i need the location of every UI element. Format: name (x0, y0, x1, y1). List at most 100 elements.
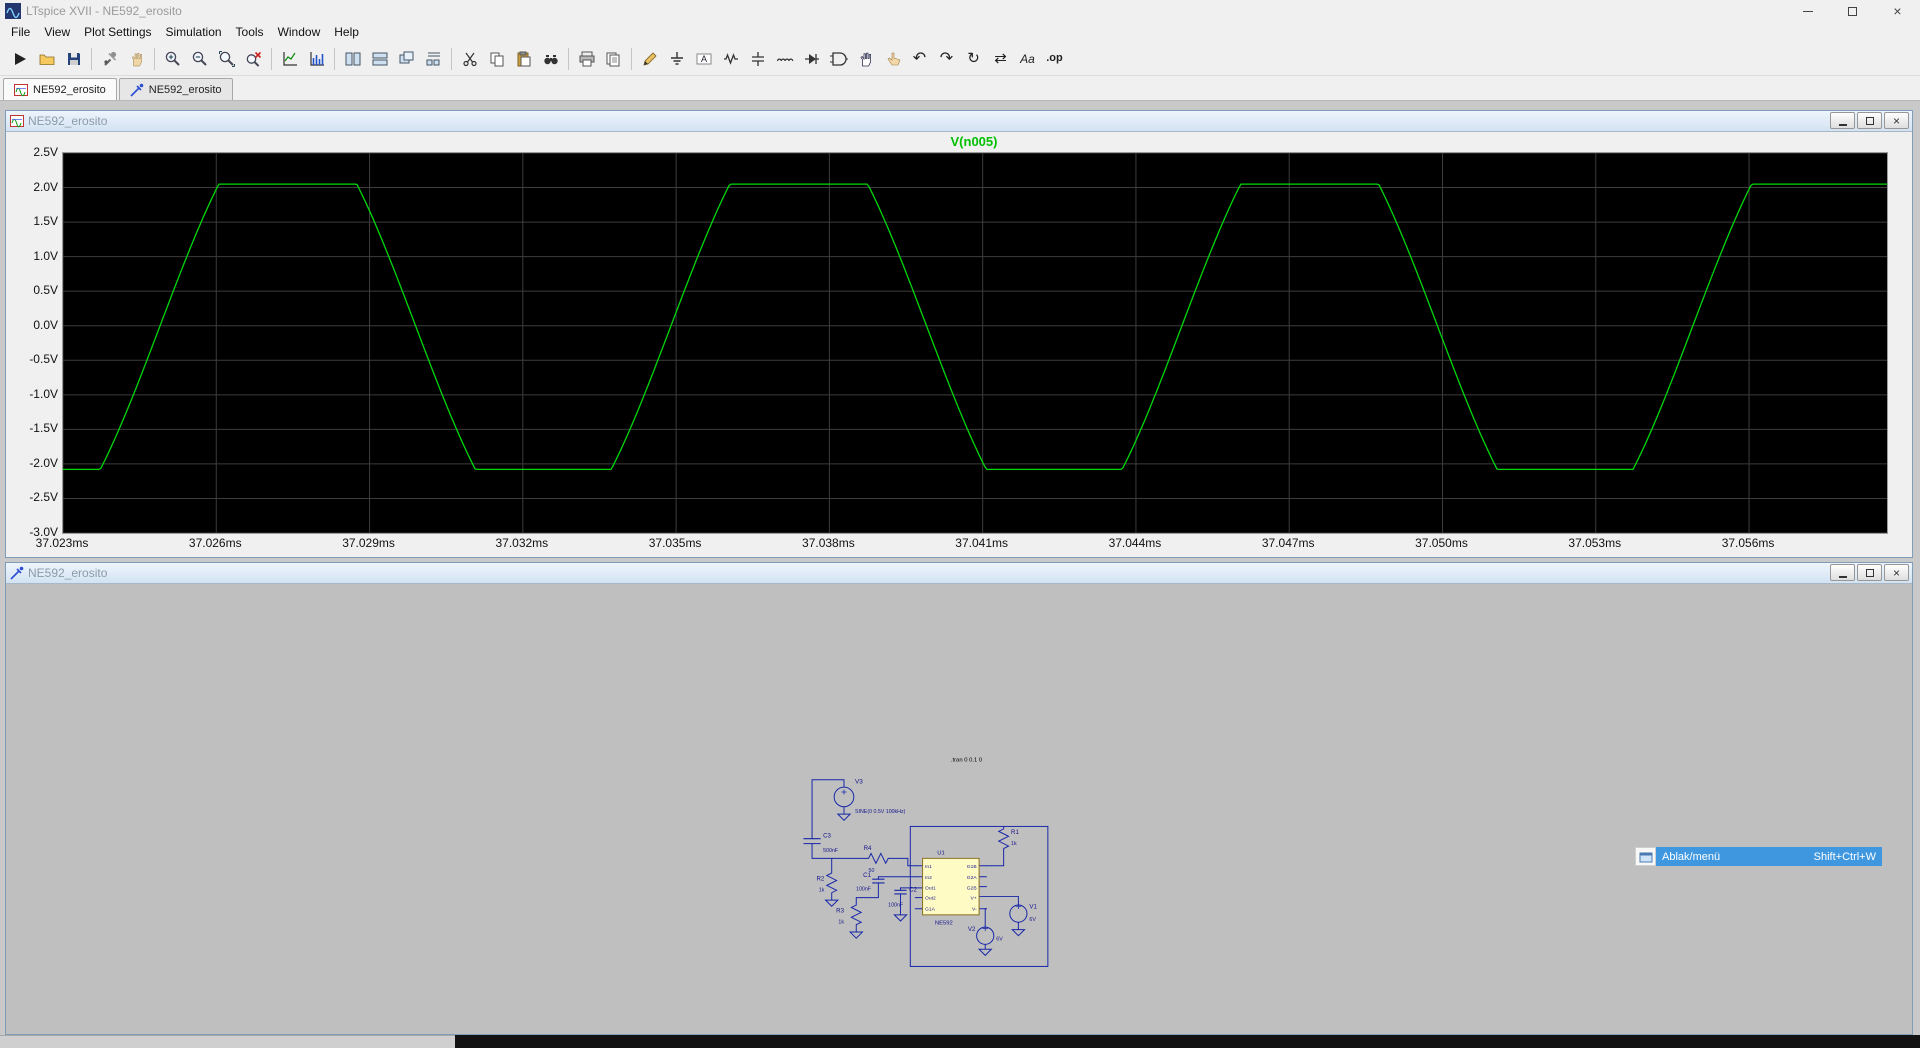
toolbar-component-button[interactable] (825, 45, 852, 72)
toolbar-spice-directive-button[interactable]: .op (1041, 45, 1068, 72)
toolbar-cut-button[interactable] (456, 45, 483, 72)
schematic-window-title-bar[interactable]: NE592_erosito × (6, 563, 1912, 584)
schematic-window-title: NE592_erosito (28, 566, 108, 580)
plot-maximize-button[interactable] (1857, 112, 1882, 129)
c1-capacitor[interactable] (872, 878, 885, 884)
tab-plot[interactable]: NE592_erosito (3, 78, 117, 100)
schematic-tab-icon (130, 83, 144, 97)
v3-source[interactable] (833, 786, 855, 821)
toolbar-tile-horizontal-button[interactable] (366, 45, 393, 72)
toolbar-draw-wire-button[interactable] (636, 45, 663, 72)
toolbar-resistor-button[interactable] (717, 45, 744, 72)
schematic-window: NE592_erosito × .tran 0 0.1 0 V3 SINE(0 … (5, 562, 1913, 1035)
plot-area[interactable] (62, 152, 1888, 534)
schematic-maximize-button[interactable] (1857, 564, 1882, 581)
text-icon: Aa (1020, 51, 1035, 66)
toolbar-zoom-in-button[interactable] (159, 45, 186, 72)
toolbar-ground-button[interactable] (663, 45, 690, 72)
plot-close-button[interactable]: × (1884, 112, 1909, 129)
toolbar-separator (271, 47, 272, 70)
plot-client-area[interactable]: V(n005) 2.5V 2.0V 1.5V 1.0V 0.5V 0.0V -0.5V -1.… (6, 132, 1912, 557)
menu-item-view[interactable]: View (37, 23, 77, 41)
toolbar-run-button[interactable] (6, 45, 33, 72)
autorange-icon (282, 51, 297, 66)
c3-value: 500nF (823, 848, 838, 854)
pin-out2: Out2 (925, 896, 936, 902)
toolbar-autorange-button[interactable] (276, 45, 303, 72)
toolbar-pan-button[interactable] (123, 45, 150, 72)
x-axis-tick-label: 37.047ms (1261, 536, 1315, 550)
component-icon (829, 51, 848, 66)
schematic-canvas[interactable]: .tran 0 0.1 0 V3 SINE(0 0.5V 100kHz) C3 … (801, 750, 1054, 979)
toolbar-print-button[interactable] (573, 45, 600, 72)
toolbar-text-button[interactable]: Aa (1014, 45, 1041, 72)
c3-capacitor[interactable] (803, 838, 821, 845)
plot-window-title: NE592_erosito (28, 114, 108, 128)
r4-resistor[interactable] (866, 852, 891, 865)
window-menu-row[interactable]: Ablak/menü Shift+Ctrl+W (1656, 847, 1882, 866)
toolbar-control-panel-button[interactable] (96, 45, 123, 72)
x-axis-tick-label: 37.044ms (1108, 536, 1162, 550)
toolbar-find-button[interactable] (537, 45, 564, 72)
toolbar-zoom-out-button[interactable] (186, 45, 213, 72)
toolbar-open-button[interactable] (33, 45, 60, 72)
run-icon (14, 52, 26, 65)
toolbar-plot-settings-button[interactable] (303, 45, 330, 72)
window-menu-shortcut: Shift+Ctrl+W (1813, 850, 1876, 863)
toolbar-cascade-windows-button[interactable] (393, 45, 420, 72)
spice-directive-text[interactable]: .tran 0 0.1 0 (951, 757, 983, 763)
menu-item-tools[interactable]: Tools (229, 23, 271, 41)
toolbar-save-button[interactable] (60, 45, 87, 72)
toolbar-copy-button[interactable] (483, 45, 510, 72)
toolbar-capacitor-button[interactable] (744, 45, 771, 72)
toolbar-drag-button[interactable] (879, 45, 906, 72)
toolbar-separator (154, 47, 155, 70)
r3-resistor[interactable] (848, 902, 864, 939)
v2-source[interactable] (976, 925, 995, 957)
toolbar-diode-button[interactable] (798, 45, 825, 72)
toolbar-redo-button[interactable]: ↷ (933, 45, 960, 72)
taskbar-segment[interactable] (455, 1035, 1920, 1048)
plot-window-title-bar[interactable]: NE592_erosito × (6, 111, 1912, 132)
menu-item-plot-settings[interactable]: Plot Settings (77, 23, 158, 41)
schematic-minimize-button[interactable] (1830, 564, 1855, 581)
resistor-icon (723, 52, 738, 65)
window-minimize-button[interactable] (1785, 0, 1830, 22)
toolbar-move-button[interactable] (852, 45, 879, 72)
trace-legend[interactable]: V(n005) (62, 134, 1886, 149)
tab-schematic[interactable]: NE592_erosito (118, 78, 233, 100)
toolbar-undo-button[interactable]: ↶ (906, 45, 933, 72)
toolbar-rotate-button[interactable]: ↻ (960, 45, 987, 72)
toolbar-zoom-full-button[interactable] (213, 45, 240, 72)
menu-item-file[interactable]: File (4, 23, 37, 41)
menu-item-help[interactable]: Help (327, 23, 366, 41)
app-icon (5, 3, 21, 19)
toolbar-arrange-icons-button[interactable] (420, 45, 447, 72)
toolbar-mirror-button[interactable]: ⇄ (987, 45, 1014, 72)
v1-source[interactable] (1009, 903, 1028, 937)
c1-value: 100nF (856, 886, 871, 892)
window-close-button[interactable]: × (1875, 0, 1920, 22)
toolbar-print-all-button[interactable] (600, 45, 627, 72)
toolbar-tile-vertical-button[interactable] (339, 45, 366, 72)
menu-item-simulation[interactable]: Simulation (159, 23, 229, 41)
toolbar-zoom-back-button[interactable] (240, 45, 267, 72)
toolbar-paste-button[interactable] (510, 45, 537, 72)
r2-resistor[interactable] (824, 870, 840, 907)
v1-value: 6V (1029, 917, 1036, 923)
toolbar-net-label-button[interactable]: A (690, 45, 717, 72)
toolbar-inductor-button[interactable] (771, 45, 798, 72)
plot-tab-icon (14, 83, 28, 96)
r2-value: 1k (819, 888, 825, 894)
mdi-area: NE592_erosito × V(n005) 2.5V 2.0V 1.5V 1.0V… (0, 101, 1920, 1035)
x-axis-tick-label: 37.050ms (1415, 536, 1468, 550)
r1-resistor[interactable] (997, 826, 1010, 851)
schematic-close-button[interactable]: × (1884, 564, 1909, 581)
plot-minimize-button[interactable] (1830, 112, 1855, 129)
inductor-icon (776, 58, 793, 61)
schematic-client-area[interactable]: .tran 0 0.1 0 V3 SINE(0 0.5V 100kHz) C3 … (6, 584, 1912, 1034)
pin-vminus: V- (972, 907, 977, 913)
menu-item-window[interactable]: Window (271, 23, 328, 41)
draw-wire-icon (642, 51, 657, 66)
window-maximize-button[interactable] (1830, 0, 1875, 22)
